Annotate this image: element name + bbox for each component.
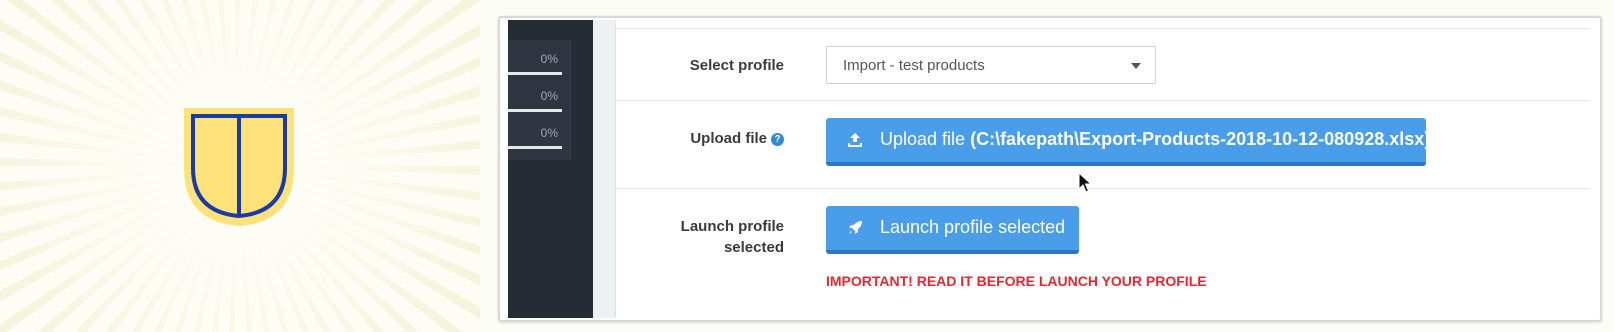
sidebar-gutter [593,20,616,318]
progress-row: 0% [508,89,568,119]
upload-filename: (C:\fakepath\Export-Products-2018-10-12-… [970,129,1431,149]
upload-file-label: Upload file? [616,128,784,149]
launch-profile-button-text: Launch profile selected [880,217,1066,237]
divider [616,100,1590,101]
progress-panel: 0% 0% 0% [508,40,571,160]
progress-bar [508,72,562,75]
caret-down-icon [1131,63,1141,69]
mouse-cursor-icon [1078,172,1092,193]
launch-profile-label: Launch profile selected [680,218,784,256]
progress-row: 0% [508,126,568,156]
app-window: 0% 0% 0% Select profile Import - test pr… [498,16,1602,322]
upload-icon [848,133,862,147]
progress-bar [508,109,562,112]
shield-logo-icon [184,108,294,226]
sidebar: 0% 0% 0% [508,20,593,318]
progress-percent: 0% [540,89,558,103]
upload-file-button[interactable]: Upload file (C:\fakepath\Export-Products… [826,118,1430,166]
progress-percent: 0% [540,52,558,66]
launch-profile-button[interactable]: Launch profile selected [826,206,1079,254]
launch-warning-text: IMPORTANT! READ IT BEFORE LAUNCH YOUR PR… [826,273,1207,289]
profile-select[interactable]: Import - test products [826,46,1156,84]
divider [616,188,1590,189]
divider [616,28,1590,29]
progress-bar [508,146,562,149]
progress-percent: 0% [540,126,558,140]
profile-select-value: Import - test products [843,57,985,74]
rocket-icon [849,221,862,234]
upload-button-prefix: Upload file [880,129,966,149]
progress-row: 0% [508,52,568,82]
help-icon[interactable]: ? [771,133,784,146]
select-profile-label: Select profile [689,57,784,74]
upload-file-button-text: Upload file (C:\fakepath\Export-Products… [880,118,1430,160]
import-form: Select profile Import - test products Up… [616,18,1600,320]
